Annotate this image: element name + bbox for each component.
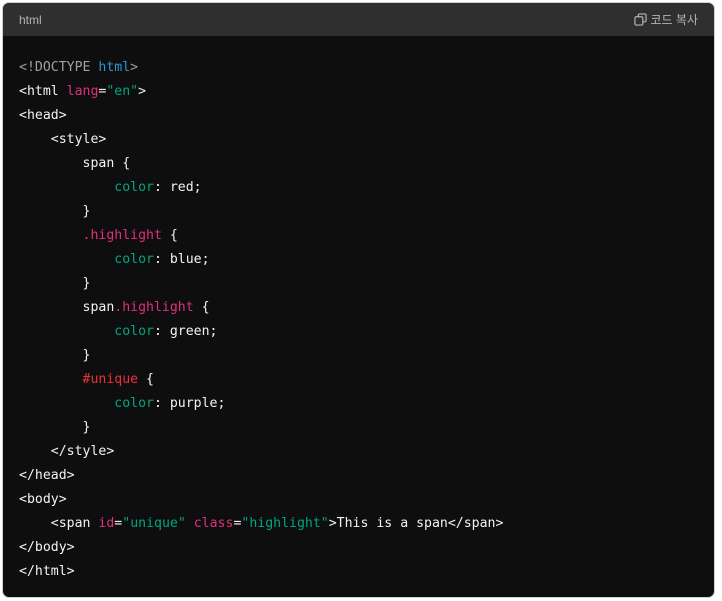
code-line: #unique { (19, 368, 698, 392)
code-token: .highlight (82, 228, 162, 243)
code-line: </body> (19, 536, 698, 560)
code-line: <!DOCTYPE html> (19, 56, 698, 80)
code-token: { (161, 228, 178, 243)
code-token: span { (19, 156, 131, 171)
code-token: </html> (19, 564, 75, 579)
code-token: <style> (19, 132, 107, 147)
code-token: { (193, 300, 210, 315)
language-label: html (19, 12, 42, 27)
code-line: } (19, 200, 698, 224)
code-token: <head> (19, 108, 67, 123)
code-token: } (19, 348, 91, 363)
code-token: "en" (106, 84, 139, 99)
copy-icon (633, 13, 647, 26)
code-token: "highlight" (241, 516, 329, 531)
code-token: } (19, 276, 91, 291)
code-token: </body> (19, 540, 75, 555)
code-token: : blue; (153, 252, 210, 267)
code-token: <!DOCTYPE (19, 60, 99, 75)
code-line: <body> (19, 488, 698, 512)
code-token: color (114, 252, 154, 267)
code-line: } (19, 416, 698, 440)
code-line: color: purple; (19, 392, 698, 416)
code-line: </head> (19, 464, 698, 488)
code-line: <span id="unique" class="highlight">This… (19, 512, 698, 536)
code-token: color (114, 396, 154, 411)
code-token: } (19, 420, 91, 435)
copy-code-button[interactable]: 코드 복사 (633, 11, 699, 28)
code-token: : green; (153, 324, 218, 339)
code-line: color: red; (19, 176, 698, 200)
code-token: <body> (19, 492, 67, 507)
code-token: color (114, 324, 154, 339)
code-token: html (98, 60, 131, 75)
code-token: >This is a span</span> (328, 516, 504, 531)
code-token: .highlight (114, 300, 194, 315)
code-block: html 코드 복사 <!DOCTYPE html> <html lang="en… (3, 3, 714, 597)
code-line: span { (19, 152, 698, 176)
code-token: > (138, 84, 147, 99)
code-token: </style> (19, 444, 115, 459)
code-token: <html (19, 84, 67, 99)
code-line: color: green; (19, 320, 698, 344)
copy-code-label: 코드 복사 (650, 13, 699, 27)
code-line: .highlight { (19, 224, 698, 248)
code-token: </head> (19, 468, 75, 483)
code-token: "unique" (122, 516, 186, 531)
code-line: </style> (19, 440, 698, 464)
code-line: span.highlight { (19, 296, 698, 320)
code-token: span (19, 300, 115, 315)
code-token: <span (19, 516, 99, 531)
code-line: <head> (19, 104, 698, 128)
code-token: class (193, 516, 234, 531)
code-line: </html> (19, 560, 698, 584)
code-line: <style> (19, 128, 698, 152)
code-token: #unique (82, 372, 139, 387)
code-line: } (19, 344, 698, 368)
code-block-header: html 코드 복사 (3, 3, 714, 36)
code-token: > (130, 60, 139, 75)
code-line: <html lang="en"> (19, 80, 698, 104)
code-token: id (98, 516, 115, 531)
code-token: } (19, 204, 91, 219)
code-token: { (138, 372, 154, 387)
code-content: <!DOCTYPE html> <html lang="en"> <head> <s… (3, 36, 714, 584)
code-token: lang (66, 84, 99, 99)
code-token: color (114, 180, 154, 195)
code-token: : purple; (153, 396, 226, 411)
code-token: : red; (153, 180, 202, 195)
code-line: color: blue; (19, 248, 698, 272)
code-line: } (19, 272, 698, 296)
